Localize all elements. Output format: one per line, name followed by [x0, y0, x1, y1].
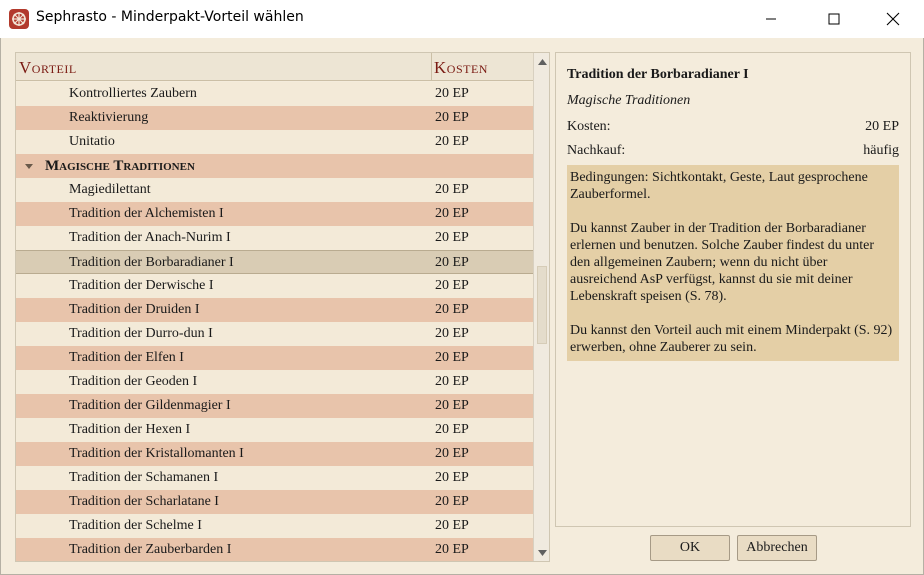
tree-row[interactable]: Tradition der Druiden I 20 EP	[16, 298, 533, 322]
tree-row[interactable]: Tradition der Gildenmagier I 20 EP	[16, 394, 533, 418]
tree-row[interactable]: Magiedilettant 20 EP	[16, 178, 533, 202]
advantage-name: Tradition der Geoden I	[69, 374, 198, 389]
column-header-name[interactable]: Vorteil	[19, 58, 77, 78]
title-bar: Sephrasto - Minderpakt-Vorteil wählen	[0, 0, 924, 38]
advantage-cost: 20 EP	[435, 470, 469, 485]
ok-button[interactable]: OK	[650, 535, 730, 561]
description-box: Bedingungen: Sichtkontakt, Geste, Laut g…	[567, 165, 899, 361]
tree-row[interactable]: Tradition der Scharlatane I 20 EP	[16, 490, 533, 514]
tree-row[interactable]: Tradition der Borbaradianer I 20 EP	[16, 250, 533, 274]
advantage-name: Tradition der Schamanen I	[69, 470, 219, 485]
tree-row[interactable]: Tradition der Kristallomanten I 20 EP	[16, 442, 533, 466]
detail-panel: Tradition der Borbaradianer I Magische T…	[555, 52, 911, 527]
tree-scrollbar[interactable]	[533, 53, 549, 561]
cancel-button[interactable]: Abbrechen	[737, 535, 817, 561]
tree-row[interactable]: Tradition der Hexen I 20 EP	[16, 418, 533, 442]
advantage-cost: 20 EP	[435, 230, 469, 245]
advantage-cost: 20 EP	[435, 302, 469, 317]
window-title: Sephrasto - Minderpakt-Vorteil wählen	[36, 9, 304, 25]
tree-rows: Kontrolliertes Zaubern 20 EP Reaktivierung…	[16, 82, 533, 561]
advantage-cost: 20 EP	[435, 422, 469, 437]
advantage-cost: 20 EP	[435, 542, 469, 557]
advantage-name: Tradition der Derwische I	[69, 278, 214, 293]
sephrasto-logo-icon	[9, 9, 29, 29]
advantage-name: Magiedilettant	[69, 182, 151, 197]
advantage-name: Tradition der Borbaradianer I	[69, 255, 234, 270]
advantage-name: Unitatio	[69, 134, 115, 149]
tree-category[interactable]: Magische Traditionen	[16, 154, 533, 178]
scroll-thumb[interactable]	[537, 266, 547, 344]
advantage-cost: 20 EP	[435, 350, 469, 365]
dialog-body: Vorteil Kosten Kontrolliertes Zaubern 20 …	[0, 38, 924, 575]
maximize-button[interactable]	[811, 0, 857, 38]
tree-row[interactable]: Tradition der Geoden I 20 EP	[16, 370, 533, 394]
close-icon	[886, 12, 900, 26]
tree-row[interactable]: Tradition der Schelme I 20 EP	[16, 514, 533, 538]
close-button[interactable]	[870, 0, 916, 38]
advantage-cost: 20 EP	[435, 374, 469, 389]
minimize-button[interactable]	[748, 0, 794, 38]
advantage-name: Tradition der Durro-dun I	[69, 326, 213, 341]
advantage-cost: 20 EP	[435, 182, 469, 197]
advantage-cost: 20 EP	[435, 494, 469, 509]
advantage-name: Tradition der Schelme I	[69, 518, 202, 533]
cost-label: Kosten:	[567, 119, 611, 134]
advantage-name: Reaktivierung	[69, 110, 149, 125]
tree-row[interactable]: Tradition der Schamanen I 20 EP	[16, 466, 533, 490]
cost-value: 20 EP	[865, 119, 899, 134]
advantage-cost: 20 EP	[435, 446, 469, 461]
detail-category: Magische Traditionen	[567, 93, 691, 108]
advantage-name: Tradition der Elfen I	[69, 350, 184, 365]
tree-row[interactable]: Tradition der Alchemisten I 20 EP	[16, 202, 533, 226]
advantage-name: Tradition der Gildenmagier I	[69, 398, 231, 413]
scroll-down-button[interactable]	[534, 544, 549, 561]
tree-row[interactable]: Tradition der Durro-dun I 20 EP	[16, 322, 533, 346]
chevron-down-icon[interactable]	[25, 164, 33, 169]
tree-row[interactable]: Reaktivierung 20 EP	[16, 106, 533, 130]
tree-row[interactable]: Tradition der Zauberbarden I 20 EP	[16, 538, 533, 561]
tree-header: Vorteil Kosten	[16, 53, 533, 81]
advantage-cost: 20 EP	[435, 86, 469, 101]
tree-row[interactable]: Tradition der Anach-Nurim I 20 EP	[16, 226, 533, 250]
tree-row[interactable]: Tradition der Derwische I 20 EP	[16, 274, 533, 298]
advantage-name: Tradition der Druiden I	[69, 302, 200, 317]
advantage-name: Tradition der Anach-Nurim I	[69, 230, 231, 245]
tree-row[interactable]: Kontrolliertes Zaubern 20 EP	[16, 82, 533, 106]
tree-row[interactable]: Tradition der Elfen I 20 EP	[16, 346, 533, 370]
minimize-icon	[766, 18, 776, 20]
advantage-name: Kontrolliertes Zaubern	[69, 86, 197, 101]
category-label: Magische Traditionen	[45, 158, 195, 174]
advantage-cost: 20 EP	[435, 518, 469, 533]
nachkauf-label: Nachkauf:	[567, 143, 626, 158]
scroll-down-icon	[537, 549, 547, 556]
column-divider[interactable]	[431, 53, 432, 81]
nachkauf-value: häufig	[863, 143, 899, 158]
advantage-cost: 20 EP	[435, 326, 469, 341]
advantage-cost: 20 EP	[435, 278, 469, 293]
advantage-name: Tradition der Alchemisten I	[69, 206, 224, 221]
description-paragraph: Du kannst Zauber in der Tradition der Bo…	[570, 221, 875, 304]
advantage-cost: 20 EP	[435, 134, 469, 149]
advantage-tree[interactable]: Vorteil Kosten Kontrolliertes Zaubern 20 …	[15, 52, 550, 562]
advantage-cost: 20 EP	[435, 110, 469, 125]
advantage-name: Tradition der Zauberbarden I	[69, 542, 232, 557]
scroll-up-icon	[537, 58, 547, 65]
description-paragraph: Du kannst den Vorteil auch mit einem Min…	[570, 323, 893, 355]
advantage-name: Tradition der Kristallomanten I	[69, 446, 244, 461]
advantage-cost: 20 EP	[435, 255, 469, 270]
advantage-name: Tradition der Hexen I	[69, 422, 191, 437]
description-paragraph: Bedingungen: Sichtkontakt, Geste, Laut g…	[570, 170, 868, 202]
maximize-icon	[828, 13, 840, 25]
advantage-cost: 20 EP	[435, 206, 469, 221]
advantage-name: Tradition der Scharlatane I	[69, 494, 219, 509]
column-header-cost[interactable]: Kosten	[434, 58, 488, 78]
advantage-cost: 20 EP	[435, 398, 469, 413]
detail-title: Tradition der Borbaradianer I	[567, 67, 749, 82]
scroll-up-button[interactable]	[534, 53, 549, 70]
tree-row[interactable]: Unitatio 20 EP	[16, 130, 533, 154]
